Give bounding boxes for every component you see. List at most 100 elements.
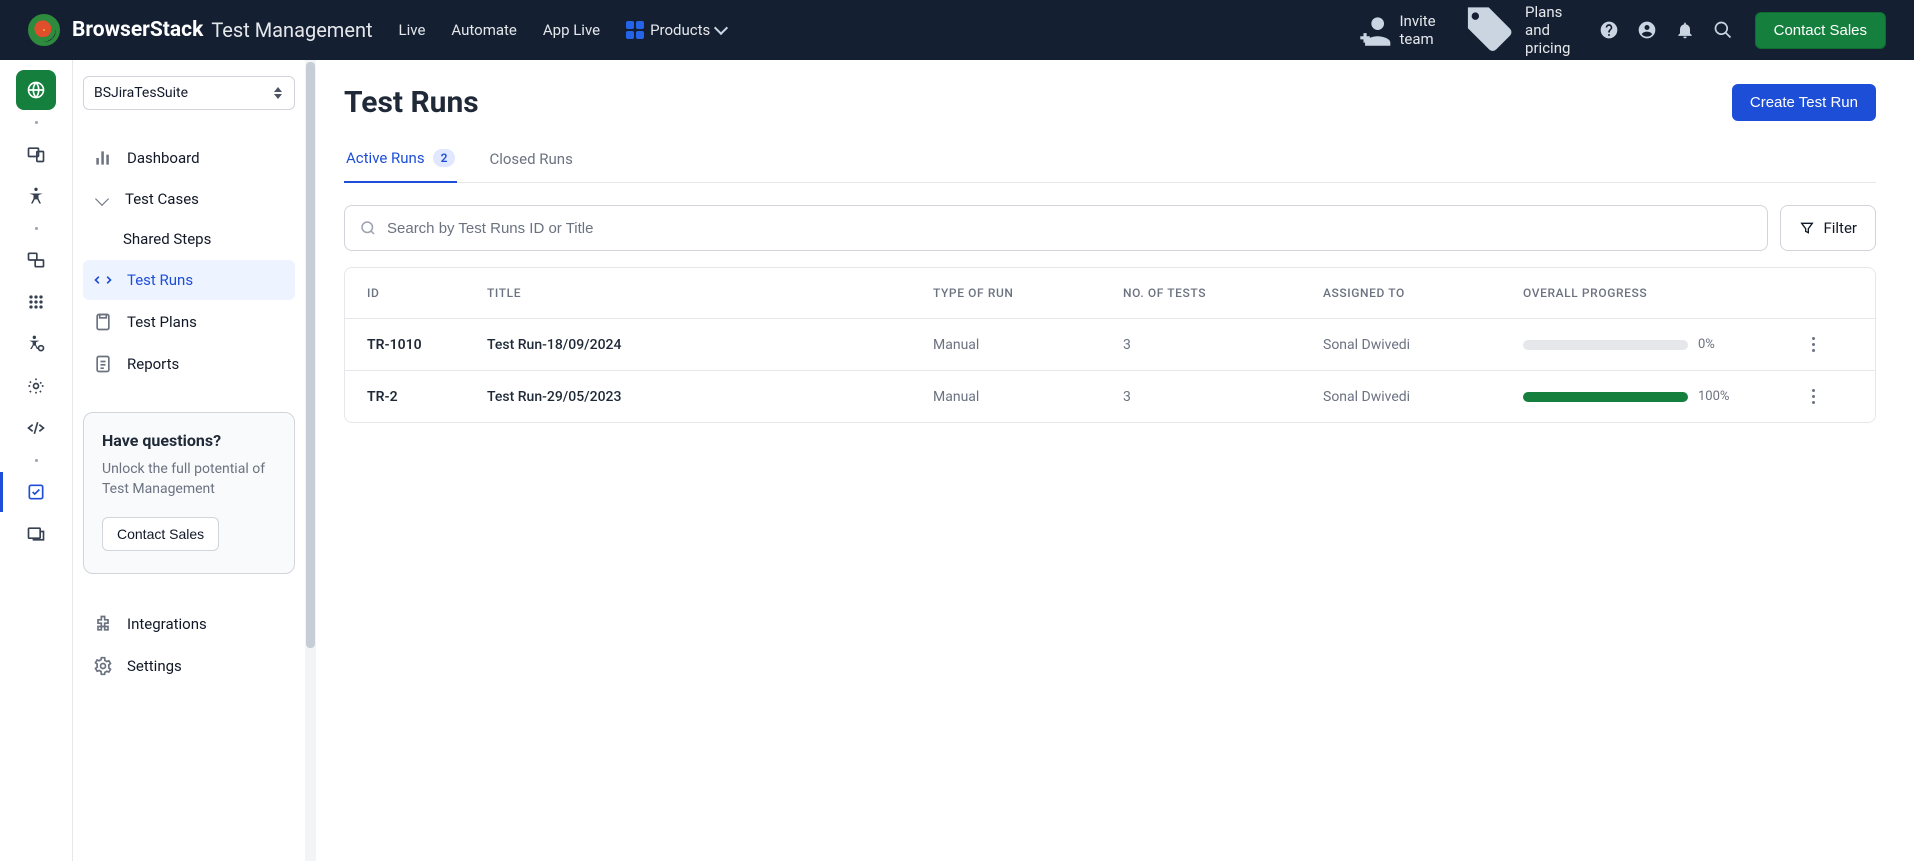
tab-active-runs[interactable]: Active Runs 2 <box>344 143 457 183</box>
sidebar-scroll-thumb[interactable] <box>306 62 315 648</box>
rail-divider-dot <box>34 218 38 238</box>
col-id: ID <box>367 286 487 300</box>
help-card: Have questions? Unlock the full potentia… <box>83 412 295 574</box>
rail-item-apps[interactable] <box>16 282 56 322</box>
runs-table: ID TITLE TYPE OF RUN NO. OF TESTS ASSIGN… <box>344 267 1876 423</box>
brand-name: BrowserStack <box>72 18 203 42</box>
tabs: Active Runs 2 Closed Runs <box>344 143 1876 183</box>
rail-divider-dot <box>34 112 38 132</box>
row-menu-button[interactable] <box>1803 335 1823 355</box>
tab-label: Closed Runs <box>489 150 572 168</box>
sidebar: BSJiraTesSuite Dashboard Test Cases Shar… <box>73 60 306 861</box>
cell-type: Manual <box>933 337 1123 353</box>
sidebar-label: Test Cases <box>125 190 199 208</box>
products-grid-icon <box>626 21 644 39</box>
nav-products[interactable]: Products <box>626 21 726 39</box>
rail-divider-dot <box>34 450 38 470</box>
table-row[interactable]: TR-2Test Run-29/05/2023Manual3Sonal Dwiv… <box>345 370 1875 422</box>
sidebar-item-integrations[interactable]: Integrations <box>83 604 295 644</box>
sidebar-label: Test Runs <box>127 271 193 289</box>
progress-track <box>1523 392 1688 402</box>
invite-team-button[interactable]: Invite team <box>1354 11 1436 49</box>
progress-label: 0% <box>1698 337 1740 352</box>
active-runs-count-badge: 2 <box>433 149 456 167</box>
rail-item-test-management[interactable] <box>16 472 56 512</box>
sidebar-label: Reports <box>127 355 179 373</box>
nav-products-label: Products <box>650 21 710 39</box>
sidebar-item-dashboard[interactable]: Dashboard <box>83 138 295 178</box>
cell-progress: 100% <box>1523 389 1803 404</box>
chevron-down-icon <box>714 21 728 35</box>
sidebar-item-shared-steps[interactable]: Shared Steps <box>83 220 295 258</box>
sidebar-item-test-cases[interactable]: Test Cases <box>83 180 295 218</box>
rail-item-code[interactable] <box>16 408 56 448</box>
table-row[interactable]: TR-1010Test Run-18/09/2024Manual3Sonal D… <box>345 318 1875 370</box>
nav-automate[interactable]: Automate <box>451 21 516 39</box>
search-icon <box>359 219 377 237</box>
cell-tests: 3 <box>1123 389 1323 405</box>
cell-type: Manual <box>933 389 1123 405</box>
cell-title: Test Run-29/05/2023 <box>487 389 933 405</box>
logo-icon <box>28 14 60 46</box>
account-icon[interactable] <box>1637 20 1657 40</box>
help-contact-sales-button[interactable]: Contact Sales <box>102 517 219 551</box>
search-box[interactable] <box>344 205 1768 251</box>
plans-pricing-label: Plans and pricing <box>1525 3 1581 57</box>
table-header: ID TITLE TYPE OF RUN NO. OF TESTS ASSIGN… <box>345 268 1875 318</box>
search-icon[interactable] <box>1713 20 1733 40</box>
sidebar-item-test-runs[interactable]: Test Runs <box>83 260 295 300</box>
col-progress: OVERALL PROGRESS <box>1523 286 1803 300</box>
create-test-run-button[interactable]: Create Test Run <box>1732 84 1876 121</box>
cell-id: TR-1010 <box>367 337 487 353</box>
rail-item-obs-gear[interactable] <box>16 366 56 406</box>
nav-app-live[interactable]: App Live <box>543 21 600 39</box>
cell-title: Test Run-18/09/2024 <box>487 337 933 353</box>
tab-label: Active Runs <box>346 149 425 167</box>
nav-live[interactable]: Live <box>399 21 426 39</box>
page-title: Test Runs <box>344 85 479 120</box>
progress-label: 100% <box>1698 389 1740 404</box>
sidebar-item-test-plans[interactable]: Test Plans <box>83 302 295 342</box>
tab-closed-runs[interactable]: Closed Runs <box>487 143 574 182</box>
rail-item-accessibility[interactable] <box>16 176 56 216</box>
sidebar-label: Shared Steps <box>123 230 211 248</box>
rail-item-a11y-settings[interactable] <box>16 324 56 364</box>
sidebar-label: Integrations <box>127 615 207 633</box>
help-icon[interactable] <box>1599 20 1619 40</box>
row-menu-button[interactable] <box>1803 387 1823 407</box>
sidebar-item-reports[interactable]: Reports <box>83 344 295 384</box>
filter-button[interactable]: Filter <box>1780 205 1876 251</box>
col-assigned: ASSIGNED TO <box>1323 286 1523 300</box>
help-body: Unlock the full potential of Test Manage… <box>102 460 276 499</box>
select-chevron-icon <box>274 87 284 99</box>
plans-pricing-button[interactable]: Plans and pricing <box>1458 0 1581 59</box>
brand-suffix: Test Management <box>211 18 372 42</box>
cell-progress: 0% <box>1523 337 1803 352</box>
cell-id: TR-2 <box>367 389 487 405</box>
sidebar-label: Dashboard <box>127 149 200 167</box>
rail-item-device-cloud[interactable] <box>16 240 56 280</box>
icon-rail <box>0 60 73 861</box>
filter-label: Filter <box>1823 219 1857 237</box>
invite-team-label: Invite team <box>1399 12 1435 48</box>
rail-item-devices[interactable] <box>16 134 56 174</box>
cell-tests: 3 <box>1123 337 1323 353</box>
rail-item-live[interactable] <box>16 70 56 110</box>
tag-icon <box>1458 0 1517 59</box>
sidebar-label: Test Plans <box>127 313 197 331</box>
col-type: TYPE OF RUN <box>933 286 1123 300</box>
chevron-down-icon <box>95 192 109 206</box>
suite-selected-label: BSJiraTesSuite <box>94 85 188 101</box>
bell-icon[interactable] <box>1675 20 1695 40</box>
col-title: TITLE <box>487 286 933 300</box>
col-tests: NO. OF TESTS <box>1123 286 1323 300</box>
rail-item-screenshot[interactable] <box>16 514 56 554</box>
cell-assigned: Sonal Dwivedi <box>1323 389 1523 405</box>
progress-track <box>1523 340 1688 350</box>
topbar: BrowserStack Test Management Live Automa… <box>0 0 1914 60</box>
filter-icon <box>1799 220 1815 236</box>
search-input[interactable] <box>387 220 1753 237</box>
suite-selector[interactable]: BSJiraTesSuite <box>83 76 295 110</box>
sidebar-item-settings[interactable]: Settings <box>83 646 295 686</box>
contact-sales-button[interactable]: Contact Sales <box>1755 12 1886 49</box>
